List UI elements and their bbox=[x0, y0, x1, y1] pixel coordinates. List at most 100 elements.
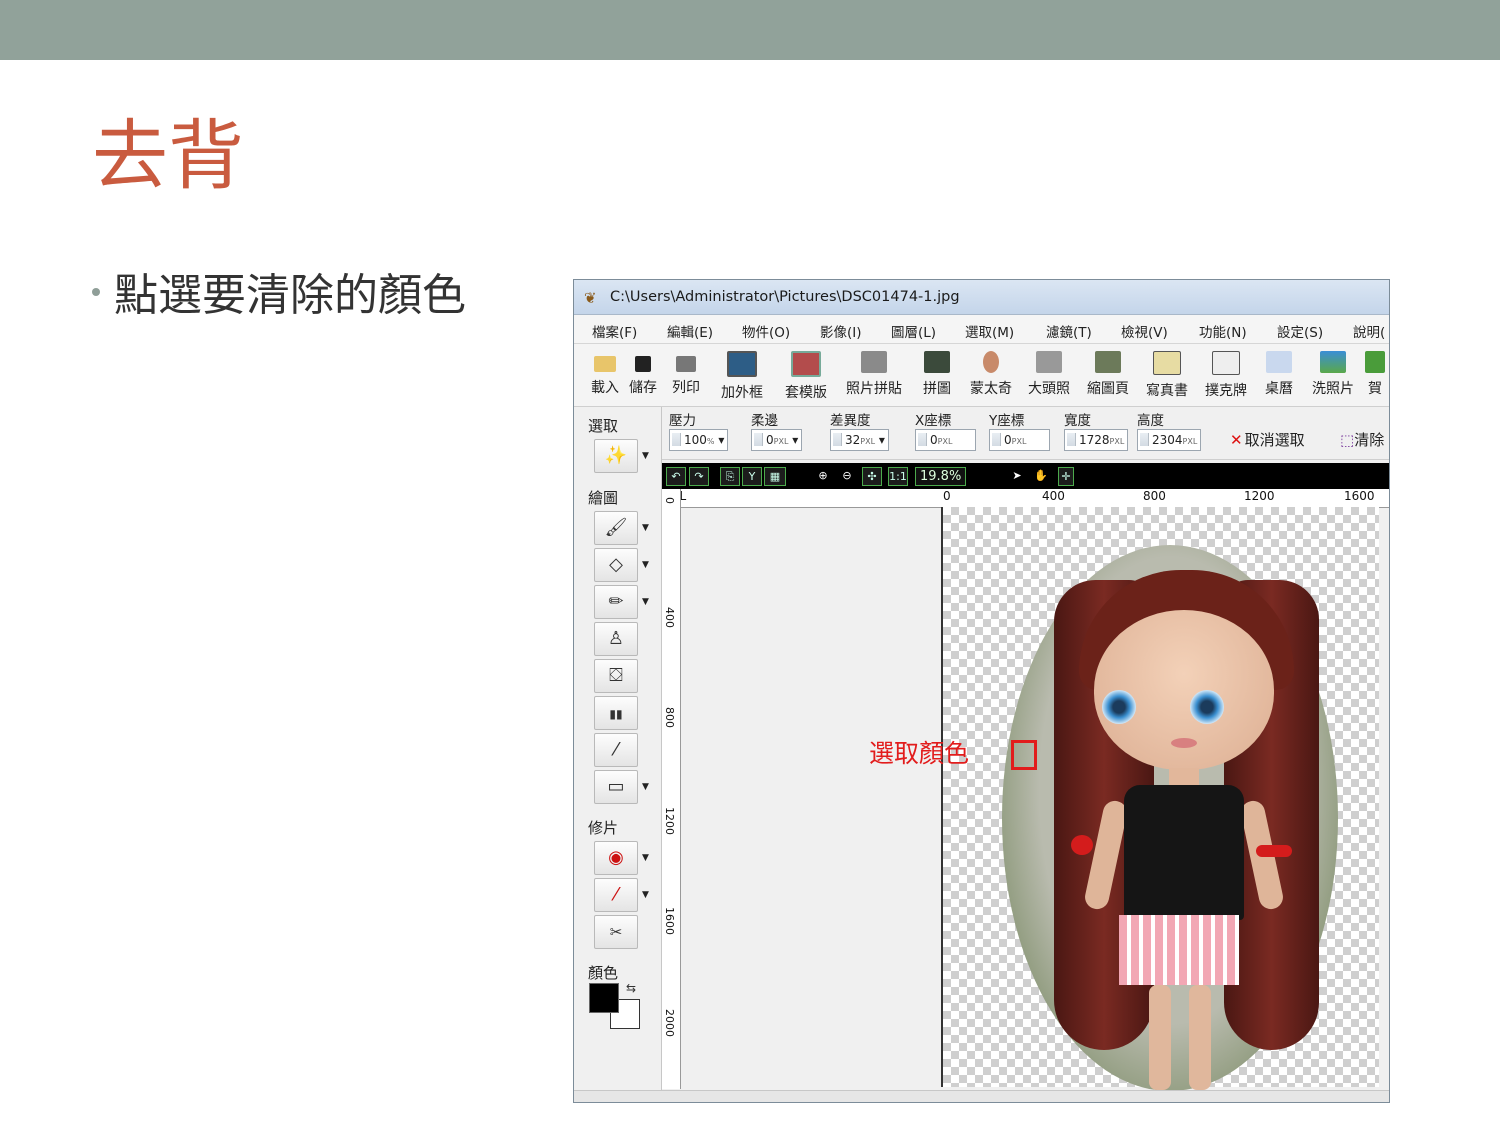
template-icon bbox=[791, 351, 821, 377]
paint-bucket-icon: ⛋ bbox=[609, 665, 623, 686]
fill-tool[interactable]: ⛋ bbox=[594, 659, 638, 693]
pointer-icon[interactable]: ➤ bbox=[1008, 467, 1026, 484]
red-eye-tool[interactable]: ◉ bbox=[594, 841, 638, 875]
menu-object[interactable]: 物件(O) bbox=[742, 321, 790, 341]
menu-file[interactable]: 檔案(F) bbox=[592, 321, 637, 341]
pressure-stepper[interactable]: 100% ▾ bbox=[669, 429, 729, 451]
horizontal-ruler: PXL 0 400 800 1200 1600 bbox=[662, 489, 1389, 508]
tolerance-option: 差異度 32PXL ▾ bbox=[830, 409, 889, 451]
doll-eye-right bbox=[1190, 690, 1224, 724]
retouch-brush-icon: ⁄ bbox=[614, 884, 618, 905]
menu-bar: 檔案(F) 編輯(E) 物件(O) 影像(I) 圖層(L) 選取(M) 濾鏡(T… bbox=[574, 315, 1389, 344]
app-icon: ❦ bbox=[584, 289, 597, 307]
h-tick-1600: 1600 bbox=[1344, 489, 1375, 503]
chevron-down-icon[interactable]: ▼ bbox=[642, 890, 649, 900]
collage-button[interactable]: 照片拼貼 bbox=[838, 348, 910, 404]
poker-card-icon bbox=[1212, 351, 1240, 375]
fit-window-button[interactable]: ✣ bbox=[862, 467, 882, 486]
pencil-tool[interactable]: ✏ bbox=[594, 585, 638, 619]
save-button[interactable]: 儲存 bbox=[621, 348, 665, 404]
x-coordinate-option: X座標 0PXL bbox=[915, 409, 976, 451]
menu-filter[interactable]: 濾鏡(T) bbox=[1046, 321, 1092, 341]
hand-icon[interactable]: ✋ bbox=[1032, 467, 1050, 484]
add-frame-button[interactable]: 加外框 bbox=[714, 348, 770, 404]
feather-stepper[interactable]: 0PXL ▾ bbox=[751, 429, 803, 451]
menu-select[interactable]: 選取(M) bbox=[965, 321, 1014, 341]
shape-tool[interactable]: ▭ bbox=[594, 770, 638, 804]
menu-image[interactable]: 影像(I) bbox=[820, 321, 862, 341]
cutout-tool[interactable]: ✂ bbox=[594, 915, 638, 949]
paste-button[interactable]: Y bbox=[742, 467, 762, 486]
height-stepper[interactable]: 2304PXL bbox=[1137, 429, 1202, 451]
chevron-down-icon[interactable]: ▼ bbox=[642, 523, 649, 533]
crosshair-button[interactable]: ✛ bbox=[1058, 467, 1074, 486]
menu-function[interactable]: 功能(N) bbox=[1199, 321, 1247, 341]
greeting-card-button[interactable]: 賀 bbox=[1360, 348, 1389, 404]
photobook-button[interactable]: 寫真書 bbox=[1138, 348, 1196, 404]
actual-size-button[interactable]: 1:1 bbox=[888, 467, 908, 486]
menu-help[interactable]: 說明( bbox=[1353, 321, 1385, 341]
close-icon: ✕ bbox=[1230, 431, 1243, 449]
zoom-out-icon[interactable]: ⊖ bbox=[838, 467, 856, 484]
horizontal-scrollbar[interactable] bbox=[574, 1090, 1389, 1102]
eye-icon: ◉ bbox=[608, 847, 624, 868]
chevron-down-icon[interactable]: ▼ bbox=[642, 451, 649, 461]
gradient-tool[interactable]: ▮▮ bbox=[594, 696, 638, 730]
menu-layer[interactable]: 圖層(L) bbox=[891, 321, 936, 341]
open-folder-icon bbox=[594, 356, 616, 372]
stamp-icon: ♙ bbox=[607, 628, 625, 649]
magic-wand-tool[interactable]: ✨ bbox=[594, 439, 638, 473]
pressure-option: 壓力 100% ▾ bbox=[669, 409, 729, 451]
foreground-color-swatch[interactable] bbox=[589, 983, 619, 1013]
greeting-card-icon bbox=[1365, 351, 1385, 373]
print-photo-button[interactable]: 洗照片 bbox=[1304, 348, 1362, 404]
chevron-down-icon[interactable]: ▼ bbox=[642, 782, 649, 792]
swap-colors-icon[interactable]: ⇆ bbox=[626, 981, 636, 995]
hair-ribbon-right bbox=[1256, 845, 1292, 857]
zoom-in-icon[interactable]: ⊕ bbox=[814, 467, 832, 484]
poker-card-button[interactable]: 撲克牌 bbox=[1197, 348, 1255, 404]
menu-edit[interactable]: 編輯(E) bbox=[667, 321, 713, 341]
menu-view[interactable]: 檢視(V) bbox=[1121, 321, 1168, 341]
id-photo-button[interactable]: 大頭照 bbox=[1020, 348, 1078, 404]
undo-button[interactable]: ↶ bbox=[666, 467, 686, 486]
height-option: 高度 2304PXL bbox=[1137, 409, 1202, 451]
stamp-tool[interactable]: ♙ bbox=[594, 622, 638, 656]
calendar-button[interactable]: 桌曆 bbox=[1254, 348, 1304, 404]
zoom-level: 19.8% bbox=[915, 467, 967, 486]
template-button[interactable]: 套模版 bbox=[778, 348, 834, 404]
thumbnail-page-button[interactable]: 縮圖頁 bbox=[1079, 348, 1137, 404]
brush-tool[interactable]: 🖌 bbox=[594, 511, 638, 545]
clear-button[interactable]: ⬚清除 bbox=[1340, 429, 1384, 450]
retouch-section-label: 修片 bbox=[588, 819, 619, 837]
width-stepper[interactable]: 1728PXL bbox=[1064, 429, 1129, 451]
menu-settings[interactable]: 設定(S) bbox=[1277, 321, 1323, 341]
retouch-brush-tool[interactable]: ⁄ bbox=[594, 878, 638, 912]
tool-panel: 選取 ✨ ▼ 繪圖 🖌 ▼ ◇ ▼ ✏ ▼ ♙ ⛋ ▮▮ ⁄ ▭ ▼ 修片 ◉ … bbox=[574, 407, 662, 1102]
h-tick-800: 800 bbox=[1143, 489, 1166, 503]
snapshot-button[interactable]: ▦ bbox=[764, 467, 786, 486]
photobook-icon bbox=[1153, 351, 1181, 375]
chevron-down-icon[interactable]: ▼ bbox=[642, 560, 649, 570]
doll-skirt bbox=[1119, 915, 1239, 985]
eyedropper-tool[interactable]: ⁄ bbox=[594, 733, 638, 767]
tolerance-stepper[interactable]: 32PXL ▾ bbox=[830, 429, 889, 451]
collage-icon bbox=[861, 351, 887, 373]
copy-button[interactable]: ⎘ bbox=[720, 467, 740, 486]
doll-top bbox=[1124, 785, 1244, 920]
save-icon bbox=[635, 356, 651, 372]
puzzle-button[interactable]: 拼圖 bbox=[910, 348, 964, 404]
chevron-down-icon[interactable]: ▼ bbox=[642, 597, 649, 607]
cancel-selection-button[interactable]: ✕ 取消選取 bbox=[1230, 429, 1305, 450]
id-photo-icon bbox=[1036, 351, 1062, 373]
montage-button[interactable]: 蒙太奇 bbox=[962, 348, 1020, 404]
redo-button[interactable]: ↷ bbox=[689, 467, 709, 486]
y-coordinate-stepper[interactable]: 0PXL bbox=[989, 429, 1050, 451]
chevron-down-icon[interactable]: ▼ bbox=[642, 853, 649, 863]
puzzle-icon bbox=[924, 351, 950, 373]
main-toolbar: 載入 儲存 列印 加外框 套模版 照片拼貼 拼圖 蒙太奇 大頭照 縮圖頁 寫真書… bbox=[574, 344, 1389, 407]
print-button[interactable]: 列印 bbox=[664, 348, 708, 404]
eraser-tool[interactable]: ◇ bbox=[594, 548, 638, 582]
brush-icon: 🖌 bbox=[604, 517, 628, 538]
x-coordinate-stepper[interactable]: 0PXL bbox=[915, 429, 976, 451]
